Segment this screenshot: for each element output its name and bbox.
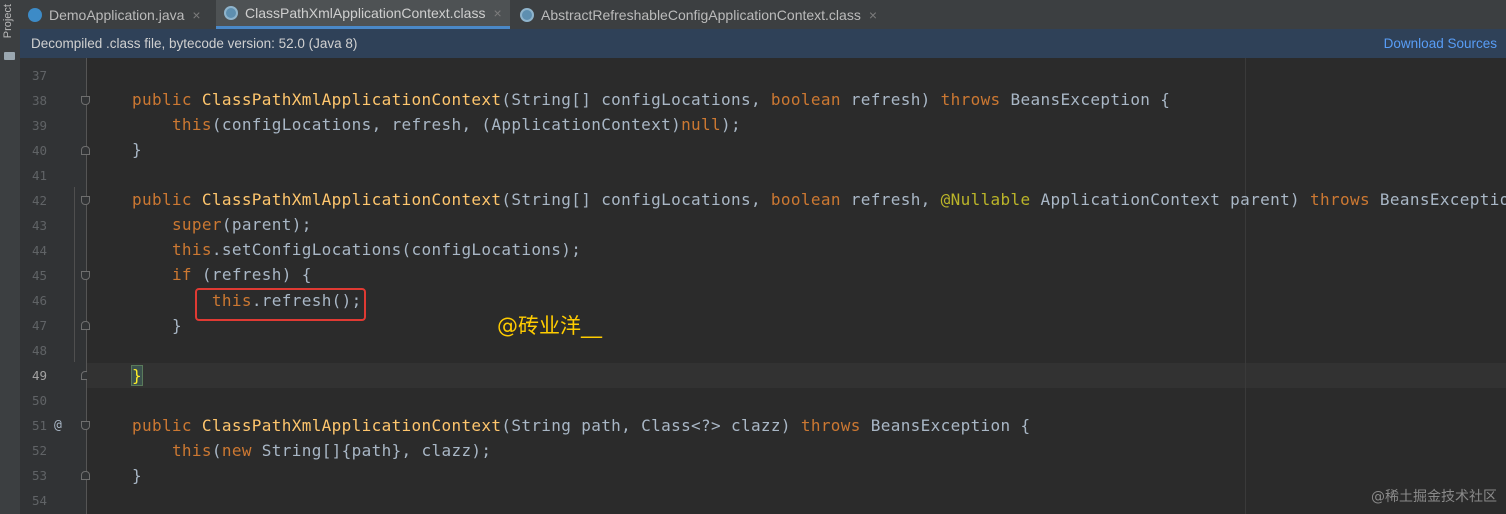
keyword: public xyxy=(132,190,192,209)
code-text: BeansException { xyxy=(1000,90,1171,109)
keyword: super xyxy=(171,215,222,234)
line-number: 54 xyxy=(31,493,47,508)
line-number: 38 xyxy=(31,93,47,108)
line-number-current: 49 xyxy=(31,368,47,383)
code-line-39: this(configLocations, refresh, (Applicat… xyxy=(132,115,741,134)
keyword: throws xyxy=(800,416,861,435)
line-number: 43 xyxy=(31,218,47,233)
keyword: throws xyxy=(1310,190,1370,209)
compiled-class-icon xyxy=(520,7,534,22)
decompiled-message: Decompiled .class file, bytecode version… xyxy=(31,36,358,51)
decompiled-notification-bar: Decompiled .class file, bytecode version… xyxy=(20,29,1506,58)
code-text: .setConfigLocations(configLocations); xyxy=(211,240,582,259)
keyword: throws xyxy=(940,90,1001,109)
line-number: 53 xyxy=(31,468,47,483)
java-class-icon xyxy=(28,7,42,22)
right-margin-guide xyxy=(1245,58,1246,514)
code-text: refresh) xyxy=(840,90,941,109)
override-marker-icon[interactable]: @ xyxy=(54,418,62,433)
code-text: (parent); xyxy=(221,215,312,234)
code-text: BeansException xyxy=(1379,190,1506,209)
tab-label: ClassPathXmlApplicationContext.class xyxy=(245,5,486,21)
close-icon[interactable]: × xyxy=(192,7,200,23)
line-number: 47 xyxy=(31,318,47,333)
tab-classpath-xml-application-context[interactable]: ClassPathXmlApplicationContext.class × xyxy=(216,0,510,29)
method-name: ClassPathXmlApplicationContext xyxy=(201,416,502,435)
code-line-52: this(new String[]{path}, clazz); xyxy=(132,441,491,460)
code-text: ( xyxy=(211,441,222,460)
code-text: ApplicationContext parent) xyxy=(1030,190,1311,209)
line-number: 46 xyxy=(31,293,47,308)
code-text: (String[] configLocations, xyxy=(501,90,771,109)
keyword: if xyxy=(171,265,192,284)
line-number: 44 xyxy=(31,243,47,258)
line-number: 37 xyxy=(31,68,47,83)
annotation: @Nullable xyxy=(940,190,1031,209)
keyword: public xyxy=(132,90,192,109)
keyword: this xyxy=(171,115,212,134)
editor-tab-bar: DemoApplication.java × ClassPathXmlAppli… xyxy=(20,0,1506,30)
line-number: 52 xyxy=(31,443,47,458)
keyword: this xyxy=(171,441,212,460)
code-text: refresh, xyxy=(840,190,941,209)
author-watermark: @砖业洋__ xyxy=(497,314,602,338)
code-text: String[]{path}, clazz); xyxy=(251,441,492,460)
current-line-highlight xyxy=(87,363,1506,388)
tab-label: DemoApplication.java xyxy=(49,6,185,23)
folder-icon xyxy=(4,52,15,60)
keyword: boolean xyxy=(770,190,841,209)
code-text: (configLocations, refresh, (ApplicationC… xyxy=(211,115,682,134)
tab-abstract-refreshable-config-application-context[interactable]: AbstractRefreshableConfigApplicationCont… xyxy=(512,0,902,29)
highlight-box xyxy=(195,288,366,321)
line-number: 41 xyxy=(31,168,47,183)
code-line-53: } xyxy=(132,466,142,485)
code-text: (String path, Class<?> clazz) xyxy=(501,416,801,435)
code-text: ); xyxy=(721,115,741,134)
line-number-gutter[interactable]: 37 38 39 40 41 42 43 44 45 46 47 48 49 5… xyxy=(20,58,90,514)
tab-demo-application[interactable]: DemoApplication.java × xyxy=(20,0,214,29)
download-sources-link[interactable]: Download Sources xyxy=(1384,36,1497,51)
code-line-44: this.setConfigLocations(configLocations)… xyxy=(132,240,581,259)
keyword: this xyxy=(171,240,212,259)
line-number: 42 xyxy=(31,193,47,208)
keyword: null xyxy=(681,115,722,134)
code-text: (String[] configLocations, xyxy=(501,190,771,209)
line-number: 45 xyxy=(31,268,47,283)
code-line-49: } xyxy=(131,365,143,386)
code-editor[interactable]: public ClassPathXmlApplicationContext(St… xyxy=(87,58,1506,514)
line-number: 48 xyxy=(31,343,47,358)
close-icon[interactable]: × xyxy=(869,7,877,23)
line-number: 50 xyxy=(31,393,47,408)
line-number: 39 xyxy=(31,118,47,133)
code-text: } xyxy=(171,316,182,335)
code-text: BeansException { xyxy=(860,416,1031,435)
method-name: ClassPathXmlApplicationContext xyxy=(201,190,502,209)
code-line-42: public ClassPathXmlApplicationContext(St… xyxy=(132,190,1506,209)
code-line-47: } xyxy=(132,316,182,335)
tab-label: AbstractRefreshableConfigApplicationCont… xyxy=(541,6,861,23)
project-tool-button[interactable]: Project xyxy=(2,4,14,38)
line-number: 51 xyxy=(31,418,47,433)
method-name: ClassPathXmlApplicationContext xyxy=(201,90,502,109)
keyword: boolean xyxy=(770,90,841,109)
code-line-38: public ClassPathXmlApplicationContext(St… xyxy=(132,90,1170,109)
close-icon[interactable]: × xyxy=(493,5,501,21)
matched-brace: } xyxy=(131,365,143,386)
code-line-40: } xyxy=(132,140,142,159)
code-line-51: public ClassPathXmlApplicationContext(St… xyxy=(132,416,1030,435)
code-line-43: super(parent); xyxy=(132,215,312,234)
compiled-class-icon xyxy=(224,6,238,20)
code-text: (refresh) { xyxy=(191,265,312,284)
line-number: 40 xyxy=(31,143,47,158)
site-watermark: @稀土掘金技术社区 xyxy=(1371,489,1497,505)
keyword: new xyxy=(221,441,252,460)
code-line-45: if (refresh) { xyxy=(132,265,312,284)
keyword: public xyxy=(132,416,192,435)
project-tool-window-strip: Project xyxy=(0,0,21,514)
method-scope-indicator xyxy=(74,187,75,362)
